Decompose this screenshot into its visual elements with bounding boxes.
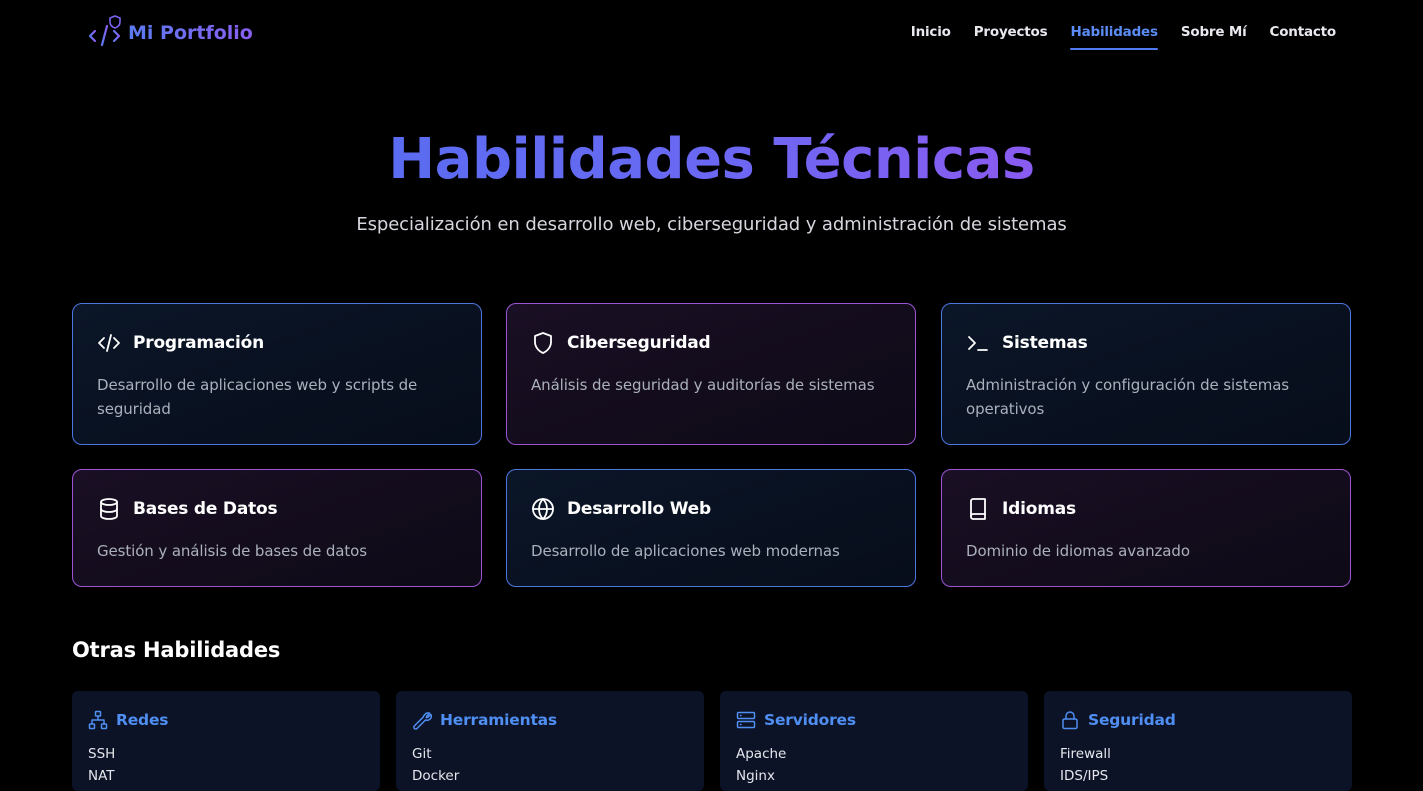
card-description: Desarrollo de aplicaciones web modernas xyxy=(531,542,840,560)
skill-group-title: Herramientas xyxy=(440,711,557,729)
card-title: Ciberseguridad xyxy=(567,333,711,353)
card-title: Desarrollo Web xyxy=(567,499,711,519)
card-title: Bases de Datos xyxy=(133,499,278,519)
nav-link-inicio[interactable]: Inicio xyxy=(911,24,951,50)
card-description: Gestión y análisis de bases de datos xyxy=(97,542,367,560)
other-skill-herramientas: Herramientas Git Docker xyxy=(396,691,704,791)
code-icon xyxy=(98,334,120,352)
skill-card-idiomas[interactable]: Idiomas Dominio de idiomas avanzado xyxy=(941,469,1351,587)
globe-icon xyxy=(532,498,554,520)
skill-item: NAT xyxy=(88,768,115,784)
brand-name: Mi Portfolio xyxy=(128,22,253,44)
book-icon xyxy=(970,498,986,520)
shield-icon xyxy=(534,332,552,354)
card-description: Desarrollo de aplicaciones web y scripts… xyxy=(97,376,418,418)
page-subtitle: Especialización en desarrollo web, ciber… xyxy=(356,214,1067,235)
skill-item: IDS/IPS xyxy=(1060,768,1109,784)
skill-item: Docker xyxy=(412,768,460,784)
skill-card-ciberseguridad[interactable]: Ciberseguridad Análisis de seguridad y a… xyxy=(506,303,916,445)
other-skill-servidores: Servidores Apache Nginx xyxy=(720,691,1028,791)
terminal-icon xyxy=(968,336,988,351)
other-skill-redes: Redes SSH NAT xyxy=(72,691,380,791)
card-title: Idiomas xyxy=(1002,499,1076,519)
card-description: Administración y configuración de sistem… xyxy=(966,376,1290,418)
skill-item: Git xyxy=(412,746,432,762)
code-shield-icon xyxy=(88,15,121,47)
skill-item: Firewall xyxy=(1060,746,1111,762)
skill-group-title: Redes xyxy=(116,711,169,729)
card-title: Sistemas xyxy=(1002,333,1088,353)
skill-group-title: Seguridad xyxy=(1088,711,1176,729)
network-icon xyxy=(88,710,108,730)
wrench-icon xyxy=(413,712,432,730)
nav-link-habilidades[interactable]: Habilidades xyxy=(1070,24,1159,50)
skill-card-programacion[interactable]: Programación Desarrollo de aplicaciones … xyxy=(72,303,482,445)
skill-item: SSH xyxy=(88,746,116,762)
server-icon xyxy=(736,711,756,729)
card-description: Dominio de idiomas avanzado xyxy=(966,542,1190,560)
page-title: Habilidades Técnicas xyxy=(388,127,1035,192)
skill-group-title: Servidores xyxy=(764,711,856,729)
lock-icon xyxy=(1062,711,1078,730)
other-skill-seguridad: Seguridad Firewall IDS/IPS xyxy=(1044,691,1352,791)
database-icon xyxy=(100,498,118,520)
nav-link-contacto[interactable]: Contacto xyxy=(1270,24,1337,50)
nav-links: Inicio Proyectos Habilidades Sobre Mí Co… xyxy=(888,24,1336,50)
nav-link-sobre-mi[interactable]: Sobre Mí xyxy=(1181,24,1247,50)
nav-link-proyectos[interactable]: Proyectos xyxy=(974,24,1048,50)
skill-item: Nginx xyxy=(736,768,775,784)
card-title: Programación xyxy=(133,333,265,353)
section-title-otras-habilidades: Otras Habilidades xyxy=(72,638,281,662)
top-navbar: Mi Portfolio Inicio Proyectos Habilidade… xyxy=(0,0,1423,66)
skill-card-bases-de-datos[interactable]: Bases de Datos Gestión y análisis de bas… xyxy=(72,469,482,587)
skill-item: Apache xyxy=(736,746,787,762)
skill-card-sistemas[interactable]: Sistemas Administración y configuración … xyxy=(941,303,1351,445)
card-description: Análisis de seguridad y auditorías de si… xyxy=(531,376,875,394)
brand-logo[interactable]: Mi Portfolio xyxy=(88,14,253,48)
skill-card-desarrollo-web[interactable]: Desarrollo Web Desarrollo de aplicacione… xyxy=(506,469,916,587)
